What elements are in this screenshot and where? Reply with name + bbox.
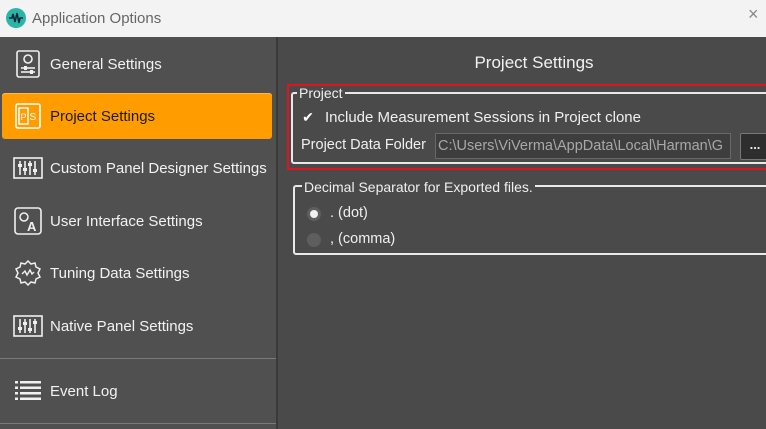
sidebar-divider	[0, 358, 276, 359]
event-log-icon	[13, 376, 43, 406]
radio-dot[interactable]	[307, 207, 321, 221]
svg-text:A: A	[27, 219, 37, 234]
app-logo-icon	[6, 8, 26, 28]
sidebar-item-custom-panel-designer-settings[interactable]: Custom Panel Designer Settings	[2, 145, 272, 191]
sidebar-item-user-interface-settings[interactable]: A User Interface Settings	[2, 198, 272, 244]
sidebar-item-project-settings[interactable]: P S Project Settings	[2, 93, 272, 139]
sidebar-item-general-settings[interactable]: General Settings	[2, 41, 272, 87]
sidebar-item-label: Custom Panel Designer Settings	[50, 159, 267, 177]
highlight-box	[287, 84, 766, 170]
main-panel: Project Settings Project ✔ Include Measu…	[278, 37, 766, 429]
sidebar-item-label: Project Settings	[50, 107, 156, 125]
sidebar-item-tuning-data-settings[interactable]: Tuning Data Settings	[2, 250, 272, 296]
native-panel-icon	[13, 311, 43, 341]
window-title: Application Options	[32, 10, 162, 27]
sidebar-item-label: User Interface Settings	[50, 212, 203, 230]
sidebar-item-label: Event Log	[50, 382, 118, 400]
radio-dot-label: . (dot)	[330, 205, 368, 221]
tuning-data-icon	[13, 258, 43, 288]
panel-designer-icon	[13, 153, 43, 183]
sidebar-item-event-log[interactable]: Event Log	[2, 368, 272, 414]
title-bar: Application Options ×	[0, 0, 766, 37]
radio-comma[interactable]	[307, 233, 321, 247]
project-settings-icon: P S	[13, 101, 43, 131]
radio-comma-label: , (comma)	[330, 231, 396, 247]
sidebar-divider-bottom	[0, 423, 276, 424]
decimal-separator-title: Decimal Separator for Exported files.	[302, 179, 535, 195]
svg-text:P: P	[21, 112, 27, 122]
sidebar-item-label: Native Panel Settings	[50, 317, 194, 335]
sidebar-item-label: General Settings	[50, 55, 162, 73]
sidebar-item-native-panel-settings[interactable]: Native Panel Settings	[2, 303, 272, 349]
sidebar: General Settings P S Project Settings Cu…	[0, 37, 278, 429]
user-interface-icon: A	[13, 206, 43, 236]
close-icon[interactable]: ×	[748, 4, 766, 32]
sidebar-item-label: Tuning Data Settings	[50, 264, 190, 282]
general-settings-icon	[13, 49, 43, 79]
svg-text:S: S	[30, 112, 37, 123]
page-title: Project Settings	[474, 53, 594, 72]
